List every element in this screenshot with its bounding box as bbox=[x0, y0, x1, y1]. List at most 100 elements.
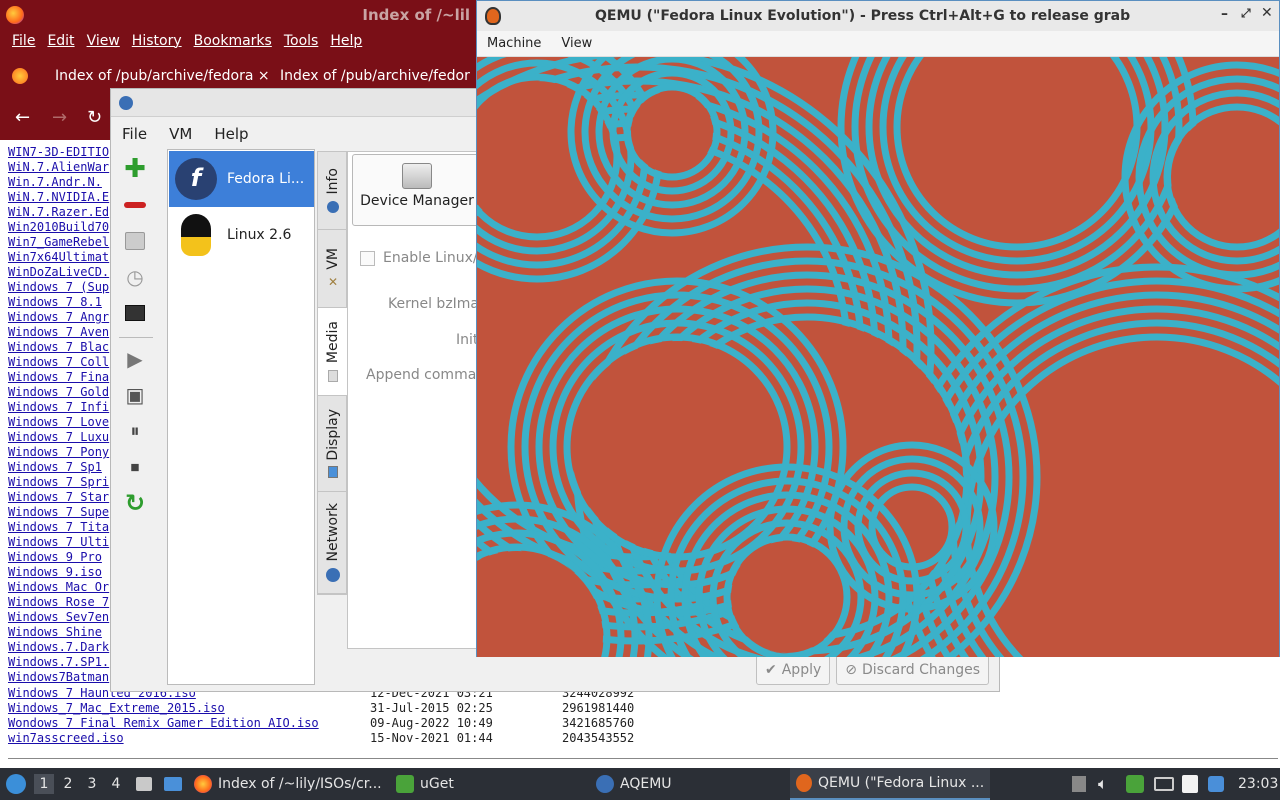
taskbar-aqemu[interactable]: AQEMU bbox=[596, 768, 756, 800]
reset-icon[interactable]: ↻ bbox=[121, 489, 149, 517]
file-link[interactable]: win7asscreed.iso bbox=[8, 731, 370, 746]
close-icon[interactable]: ✕ bbox=[1261, 5, 1273, 21]
file-manager-icon[interactable] bbox=[136, 768, 152, 800]
screenshot-icon[interactable] bbox=[121, 227, 149, 255]
file-link[interactable]: WiN.7.AlienWar bbox=[8, 160, 110, 175]
terminal-icon[interactable] bbox=[121, 299, 149, 327]
file-link[interactable]: WiN.7.Razer.Ed bbox=[8, 205, 110, 220]
file-link[interactable]: Windows 7 Aven bbox=[8, 325, 110, 340]
menu-history[interactable]: History bbox=[126, 30, 188, 56]
menu-file[interactable]: File bbox=[6, 30, 41, 56]
file-link[interactable]: Windows 7 Infi bbox=[8, 400, 110, 415]
file-link[interactable]: Windows 7 Blac bbox=[8, 340, 110, 355]
file-link[interactable]: Windows 7 Supe bbox=[8, 505, 110, 520]
maximize-icon[interactable]: ⤢ bbox=[1241, 6, 1251, 21]
clock-icon[interactable]: ◷ bbox=[121, 263, 149, 291]
file-link[interactable]: Windows 7 Love bbox=[8, 415, 110, 430]
vm-item-fedora[interactable]: f Fedora Li... bbox=[169, 151, 314, 207]
file-link[interactable]: Wondows 7 Final Remix Gamer Edition AIO.… bbox=[8, 716, 370, 731]
workspace-3[interactable]: 3 bbox=[82, 774, 102, 794]
pause-icon[interactable]: ⏸ bbox=[121, 417, 149, 445]
taskbar-qemu[interactable]: QEMU ("Fedora Linux ... bbox=[790, 768, 990, 800]
file-link[interactable]: Windows 7 Pony bbox=[8, 445, 110, 460]
aqemu-menu-help[interactable]: Help bbox=[203, 119, 259, 147]
tray-clipboard-icon[interactable] bbox=[1072, 768, 1086, 800]
qemu-menu-view[interactable]: View bbox=[551, 31, 602, 56]
file-link[interactable]: Windows Sev7en bbox=[8, 610, 110, 625]
start-icon[interactable]: ▶ bbox=[121, 345, 149, 373]
file-link[interactable]: Windows7Batman bbox=[8, 670, 110, 685]
file-link[interactable]: Windows 7 Gold bbox=[8, 385, 110, 400]
file-link[interactable]: Windows 7 Star bbox=[8, 490, 110, 505]
tab-media[interactable]: Media bbox=[318, 308, 348, 396]
updates-icon[interactable] bbox=[1208, 768, 1224, 800]
remove-vm-icon[interactable] bbox=[121, 191, 149, 219]
save-icon[interactable]: ▣ bbox=[121, 381, 149, 409]
file-link[interactable]: Windows 7 Luxu bbox=[8, 430, 110, 445]
workspace-1[interactable]: 1 bbox=[34, 774, 54, 794]
taskbar-uget[interactable]: uGet bbox=[396, 768, 556, 800]
file-link[interactable]: Windows 7 Spri bbox=[8, 475, 110, 490]
tab-display[interactable]: Display bbox=[318, 396, 348, 492]
forward-arrow-icon[interactable]: → bbox=[52, 107, 67, 128]
back-arrow-icon[interactable]: ← bbox=[15, 107, 30, 128]
file-link[interactable]: Windows 9.iso bbox=[8, 565, 110, 580]
aqemu-menu-vm[interactable]: VM bbox=[158, 119, 203, 147]
network-icon[interactable] bbox=[1154, 768, 1174, 800]
file-link[interactable]: Windows Shine bbox=[8, 625, 110, 640]
file-link[interactable]: WIN7-3D-EDITIO bbox=[8, 145, 110, 160]
tab-1[interactable]: Index of /pub/archive/fedora × bbox=[55, 68, 270, 84]
file-link[interactable]: Win.7.Andr.N. bbox=[8, 175, 110, 190]
tab-vm[interactable]: VM ✕ bbox=[318, 230, 348, 308]
firefox-view-icon[interactable] bbox=[12, 68, 28, 84]
file-link[interactable]: Windows Rose 7 bbox=[8, 595, 110, 610]
file-link[interactable]: Windows 7 Fina bbox=[8, 370, 110, 385]
tab-2[interactable]: Index of /pub/archive/fedora bbox=[280, 68, 470, 84]
desktop-icon[interactable] bbox=[164, 768, 182, 800]
reload-icon[interactable]: ↻ bbox=[87, 107, 102, 128]
file-link[interactable]: Windows 7 Ulti bbox=[8, 535, 110, 550]
file-link[interactable]: Windows 7 8.1 bbox=[8, 295, 110, 310]
file-link[interactable]: WiN.7.NVIDIA.E bbox=[8, 190, 110, 205]
file-link[interactable]: Windows 7 Coll bbox=[8, 355, 110, 370]
discard-changes-button[interactable]: ⊘ Discard Changes bbox=[836, 655, 989, 685]
file-link[interactable]: Windows 7 (Sup bbox=[8, 280, 110, 295]
menu-bookmarks[interactable]: Bookmarks bbox=[188, 30, 278, 56]
menu-help[interactable]: Help bbox=[324, 30, 368, 56]
guest-display[interactable] bbox=[477, 57, 1279, 657]
enable-linux-boot[interactable]: Enable Linux/I bbox=[360, 250, 482, 266]
file-link[interactable]: Win2010Build70 bbox=[8, 220, 110, 235]
file-link[interactable]: WinDoZaLiveCD. bbox=[8, 265, 110, 280]
tab-info[interactable]: Info bbox=[318, 152, 348, 230]
workspace-4[interactable]: 4 bbox=[106, 774, 126, 794]
device-manager-button[interactable]: Device Manager bbox=[352, 154, 482, 226]
menu-edit[interactable]: Edit bbox=[41, 30, 80, 56]
add-vm-icon[interactable]: ✚ bbox=[121, 154, 149, 184]
stop-icon[interactable]: ⏹ bbox=[121, 453, 149, 481]
tab-network[interactable]: Network bbox=[318, 492, 348, 594]
aqemu-menu-file[interactable]: File bbox=[111, 119, 158, 147]
tray-uget-icon[interactable] bbox=[1126, 768, 1144, 800]
file-link[interactable]: Windows_7_Mac_Extreme_2015.iso bbox=[8, 701, 370, 716]
file-link[interactable]: Win7_GameRebel bbox=[8, 235, 110, 250]
workspace-2[interactable]: 2 bbox=[58, 774, 78, 794]
file-link[interactable]: Windows.7.Dark bbox=[8, 640, 110, 655]
vm-item-linux[interactable]: Linux 2.6 bbox=[169, 207, 314, 263]
apply-button[interactable]: ✔ Apply bbox=[756, 655, 831, 685]
notes-icon[interactable] bbox=[1182, 768, 1198, 800]
start-menu-icon[interactable] bbox=[6, 768, 26, 800]
taskbar-firefox[interactable]: Index of /~lily/ISOs/cr... bbox=[194, 768, 388, 800]
file-link[interactable]: Windows 7 Tita bbox=[8, 520, 110, 535]
file-link[interactable]: Windows.7.SP1. bbox=[8, 655, 110, 670]
file-link[interactable]: Win7x64Ultimat bbox=[8, 250, 110, 265]
menu-tools[interactable]: Tools bbox=[278, 30, 325, 56]
menu-view[interactable]: View bbox=[81, 30, 126, 56]
minimize-icon[interactable]: – bbox=[1221, 6, 1228, 22]
volume-icon[interactable]: 🔈︎ bbox=[1098, 768, 1108, 800]
file-link[interactable]: Windows 7 Angr bbox=[8, 310, 110, 325]
checkbox[interactable] bbox=[360, 250, 375, 266]
file-link[interactable]: Windows 9 Pro bbox=[8, 550, 110, 565]
qemu-menu-machine[interactable]: Machine bbox=[477, 31, 551, 56]
file-link[interactable]: Windows 7 Sp1 bbox=[8, 460, 110, 475]
file-link[interactable]: Windows Mac Or bbox=[8, 580, 110, 595]
